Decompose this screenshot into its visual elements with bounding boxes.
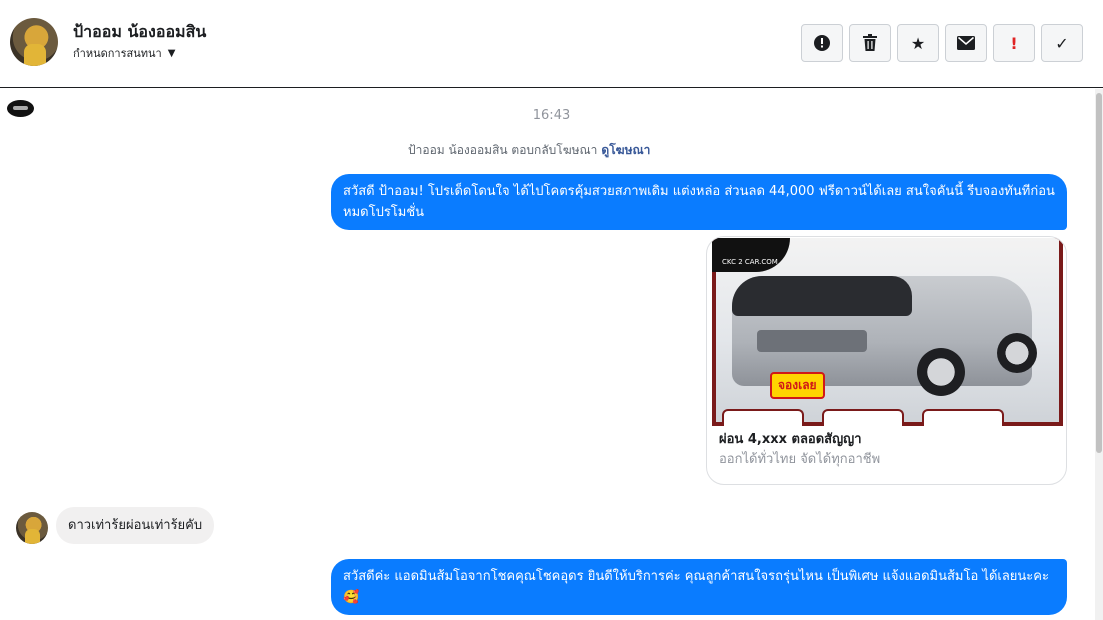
scrollbar-thumb[interactable] [1096, 93, 1102, 453]
incoming-message[interactable]: ดาวเท่าร้ยผ่อนเท่าร้ยคับ [56, 507, 215, 544]
mark-unread-button[interactable] [945, 24, 987, 62]
ad-card-title: ผ่อน 4,xxx ตลอดสัญญา [719, 432, 862, 447]
scrollbar[interactable] [1095, 89, 1103, 620]
thumbnail [722, 409, 804, 426]
conversation-header: ป้าออม น้องออมสิน กำหนดการสนทนา ▼ ★ ! ✓ [0, 0, 1103, 88]
star-button[interactable]: ★ [897, 24, 939, 62]
caret-down-icon: ▼ [167, 47, 176, 59]
ad-reply-text: ป้าออม น้องออมสิน ตอบกลับโฆษณา [408, 143, 598, 157]
star-icon: ★ [910, 33, 926, 53]
truck-wheel-front [917, 348, 965, 396]
done-button[interactable]: ✓ [1041, 24, 1083, 62]
truck-wheel-rear [997, 333, 1037, 373]
message-timestamp: 16:43 [532, 108, 571, 123]
delete-button[interactable] [849, 24, 891, 62]
truck-grille [757, 330, 867, 352]
ad-thumbnails [722, 409, 1004, 426]
outgoing-message[interactable]: สวัสดีค่ะ แอดมินส้มโอจากโชคคุณโชคอุดร ยิ… [331, 559, 1067, 615]
assign-conversation-dropdown[interactable]: กำหนดการสนทนา ▼ [73, 44, 175, 62]
assign-label: กำหนดการสนทนา [73, 47, 162, 60]
ad-card[interactable]: CKC 2 CAR.COM จองเลย ผ่อน 4,xxx ตลอดสัญญ… [706, 236, 1067, 485]
truck-hood [732, 276, 912, 316]
envelope-icon [957, 36, 975, 50]
contact-avatar-small[interactable] [16, 512, 48, 544]
check-icon: ✓ [1055, 33, 1069, 53]
thumbnail [822, 409, 904, 426]
view-ad-link[interactable]: ดูโฆษณา [601, 143, 650, 157]
outgoing-message[interactable]: สวัสดี ป้าออม! โปรเด็ดโดนใจ ได้ไปโคตรคุ้… [331, 174, 1067, 230]
ad-reply-notice: ป้าออม น้องออมสิน ตอบกลับโฆษณา ดูโฆษณา [408, 141, 650, 160]
exclamation-icon: ! [1010, 33, 1018, 53]
trash-icon [863, 34, 877, 51]
book-now-badge: จองเลย [770, 372, 825, 399]
ad-image[interactable]: CKC 2 CAR.COM จองเลย [712, 238, 1063, 426]
message-thread[interactable]: 16:43 ป้าออม น้องออมสิน ตอบกลับโฆษณา ดูโฆ… [0, 89, 1103, 620]
report-button[interactable] [801, 24, 843, 62]
spam-button[interactable]: ! [993, 24, 1035, 62]
thumbnail [922, 409, 1004, 426]
contact-name[interactable]: ป้าออม น้องออมสิน [73, 20, 206, 45]
contact-avatar[interactable] [10, 18, 58, 66]
alert-circle-icon [814, 35, 830, 51]
ad-card-subtitle: ออกได้ทั่วไทย จัดได้ทุกอาชีพ [719, 452, 881, 467]
conversation-toolbar: ★ ! ✓ [801, 24, 1083, 62]
